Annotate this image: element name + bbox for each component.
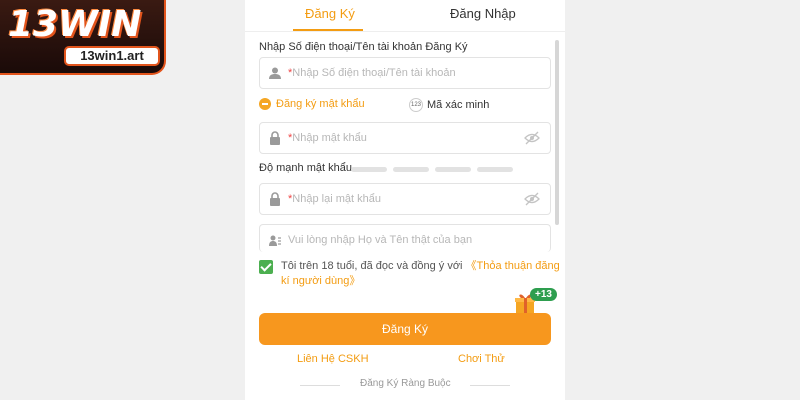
account-field[interactable]: *Nhập Số điện thoại/Tên tài khoản xyxy=(259,57,551,89)
user-icon xyxy=(269,67,281,79)
logo-site-url: 13win1.art xyxy=(64,46,160,66)
fullname-field[interactable]: Vui lòng nhập Họ và Tên thật của bạn xyxy=(259,224,551,252)
account-label: Nhập Số điện thoại/Tên tài khoản Đăng Ký xyxy=(259,41,468,53)
mode-password-option[interactable]: Đăng ký mật khẩu xyxy=(259,98,365,110)
register-button[interactable]: Đăng Ký xyxy=(259,313,551,345)
strength-bar xyxy=(435,167,471,172)
gift-badge: +13 xyxy=(530,288,557,301)
register-panel: Đăng Ký Đăng Nhập Nhập Số điện thoại/Tên… xyxy=(245,0,565,400)
auth-tabs: Đăng Ký Đăng Nhập xyxy=(245,0,565,32)
trial-play-link[interactable]: Chơi Thử xyxy=(458,353,505,365)
id-card-icon xyxy=(269,235,281,246)
strength-bar xyxy=(477,167,513,172)
bind-register-label: Đăng Ký Ràng Buộc xyxy=(360,378,451,389)
strength-bar xyxy=(393,167,429,172)
password-mode-icon xyxy=(259,98,271,110)
otp-icon: 123 xyxy=(409,98,423,112)
active-tab-indicator xyxy=(293,29,363,31)
lock-icon xyxy=(270,192,280,206)
register-mode-selector: Đăng ký mật khẩu 123 Mã xác minh xyxy=(259,98,551,114)
terms-checkbox[interactable] xyxy=(259,260,273,274)
mode-otp-label: Mã xác minh xyxy=(427,99,490,111)
terms-text: Tôi trên 18 tuổi, đã đọc và đồng ý với 《… xyxy=(281,260,560,287)
eye-off-icon[interactable] xyxy=(524,131,540,145)
strength-label: Độ mạnh mật khẩu xyxy=(259,162,352,174)
logo-text: 13WIN xyxy=(8,4,142,45)
scrollbar[interactable] xyxy=(555,40,559,225)
confirm-password-placeholder: *Nhập lại mật khẩu xyxy=(288,193,381,205)
divider-line xyxy=(470,385,510,386)
mode-otp-option[interactable]: 123 Mã xác minh xyxy=(409,98,489,112)
password-field[interactable]: *Nhập mật khẩu xyxy=(259,122,551,154)
account-placeholder: *Nhập Số điện thoại/Tên tài khoản xyxy=(288,67,456,79)
password-placeholder: *Nhập mật khẩu xyxy=(288,132,367,144)
divider-line xyxy=(300,385,340,386)
contact-support-link[interactable]: Liên Hệ CSKH xyxy=(297,353,369,365)
lock-icon xyxy=(270,131,280,145)
fullname-placeholder: Vui lòng nhập Họ và Tên thật của bạn xyxy=(288,234,473,246)
mode-password-label: Đăng ký mật khẩu xyxy=(276,98,365,110)
tab-login[interactable]: Đăng Nhập xyxy=(450,6,516,21)
password-strength-meter xyxy=(351,167,513,172)
bind-register-divider: Đăng Ký Ràng Buộc xyxy=(300,378,510,392)
confirm-password-field[interactable]: *Nhập lại mật khẩu xyxy=(259,183,551,215)
strength-bar xyxy=(351,167,387,172)
eye-off-icon[interactable] xyxy=(524,192,540,206)
brand-logo: 13WIN 13win1.art xyxy=(0,0,166,75)
tab-register[interactable]: Đăng Ký xyxy=(305,6,355,21)
